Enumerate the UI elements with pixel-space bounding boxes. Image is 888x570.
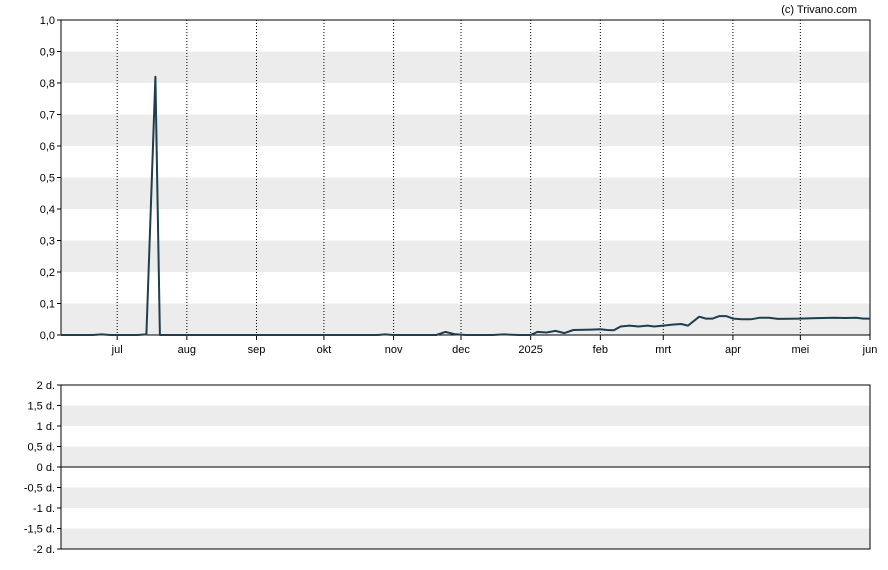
y-tick-label: 0,7 <box>40 110 55 122</box>
grid-band <box>61 446 870 467</box>
y-tick-label: 0,2 <box>40 267 55 279</box>
grid-band <box>61 51 870 83</box>
y-tick-label: -1 d. <box>33 503 55 515</box>
x-tick-label: apr <box>725 344 741 356</box>
copyright-text: (c) Trivano.com <box>781 4 857 16</box>
grid-band <box>61 114 870 146</box>
grid-band <box>61 405 870 426</box>
y-tick-label: 0,5 <box>40 173 55 185</box>
x-tick-label: feb <box>593 344 608 356</box>
y-tick-label: 0,4 <box>40 204 55 216</box>
y-tick-label: 1 d. <box>37 421 55 433</box>
y-tick-label: 1,5 d. <box>27 401 55 413</box>
y-tick-label: 0,3 <box>40 236 55 248</box>
x-tick-label: mrt <box>655 344 671 356</box>
bottom-chart-panel: 2 d. 1,5 d. 1 d. 0,5 d. 0 d. -0,5 d. -1 d. -1,5… <box>24 380 871 556</box>
y-tick-label: -2 d. <box>33 544 55 556</box>
chart-svg: (c) Trivano.com jul aug sep okt nov dec 2025 fe… <box>24 4 878 556</box>
y-tick-label: 0,6 <box>40 141 55 153</box>
x-tick-label: dec <box>452 344 470 356</box>
x-tick-label: jun <box>862 344 878 356</box>
y-tick-label: 0 d. <box>37 462 55 474</box>
x-tick-label: nov <box>385 344 403 356</box>
y-tick-label: 2 d. <box>37 380 55 392</box>
y-tick-label: 0,5 d. <box>27 442 55 454</box>
y-tick-label: -1,5 d. <box>24 524 55 536</box>
chart-container: (c) Trivano.com jul aug sep okt nov dec 2025 fe… <box>0 0 888 565</box>
x-tick-label: jul <box>111 344 123 356</box>
top-chart-panel: jul aug sep okt nov dec 2025 feb mrt apr mei jun 0,0… <box>40 15 878 356</box>
grid-band <box>61 177 870 209</box>
x-tick-label: okt <box>317 344 332 356</box>
grid-band <box>61 528 870 549</box>
x-tick-label: aug <box>178 344 196 356</box>
y-tick-label: 1,0 <box>40 15 55 27</box>
x-tick-label: 2025 <box>518 344 542 356</box>
x-tick-label: sep <box>248 344 266 356</box>
y-tick-label: 0,0 <box>40 330 55 342</box>
x-tick-label: mei <box>791 344 809 356</box>
y-tick-label: 0,8 <box>40 78 55 90</box>
y-tick-label: 0,1 <box>40 299 55 311</box>
y-tick-label: 0,9 <box>40 47 55 59</box>
y-tick-label: -0,5 d. <box>24 483 55 495</box>
grid-band <box>61 240 870 272</box>
grid-band <box>61 487 870 508</box>
